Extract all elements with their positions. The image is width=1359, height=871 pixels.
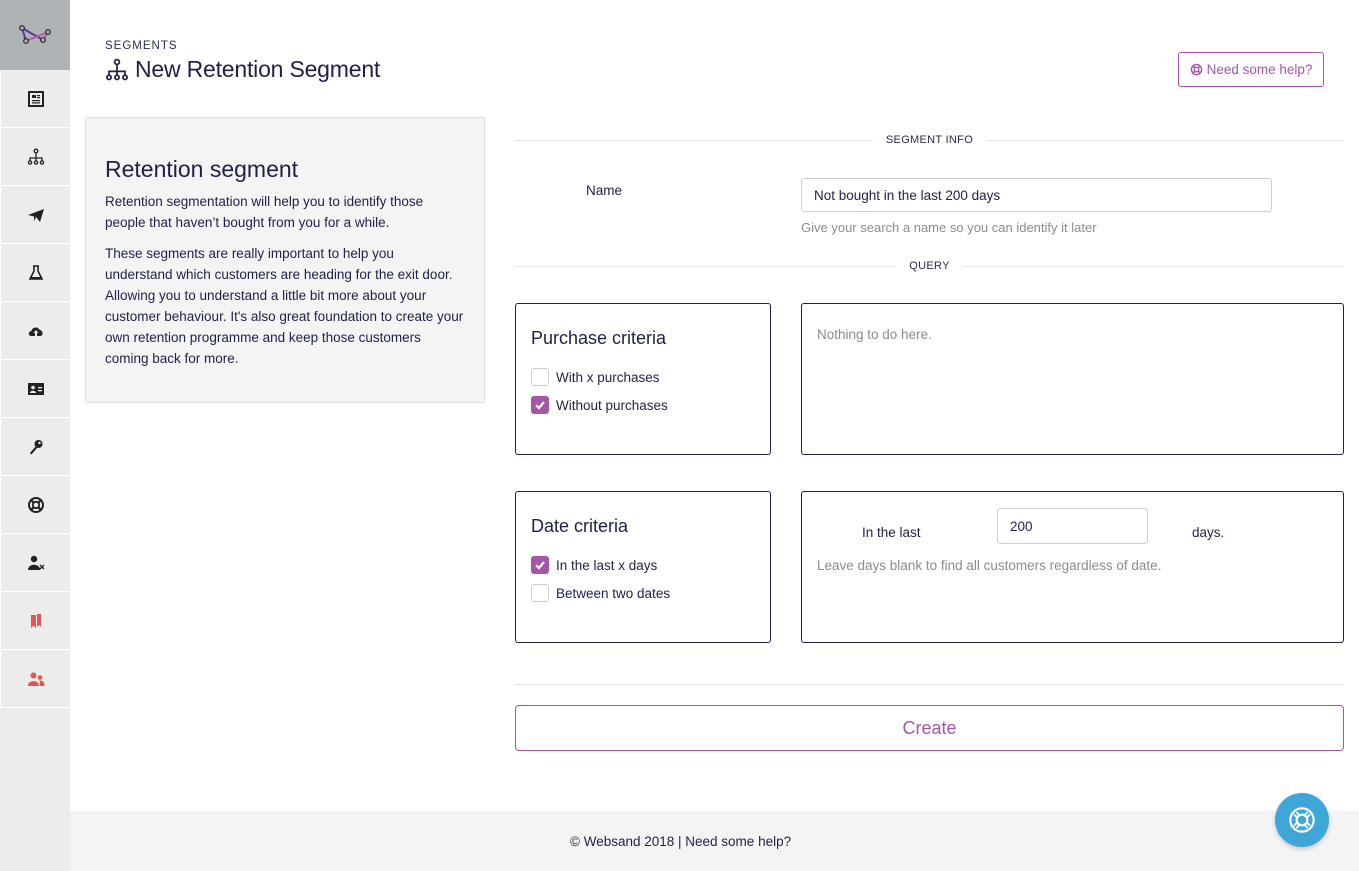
sidebar-item-campaigns[interactable] xyxy=(0,186,70,244)
info-panel-paragraph: Retention segmentation will help you to … xyxy=(105,194,424,230)
segment-info-divider: SEGMENT INFO xyxy=(515,130,1344,150)
name-help-text: Give your search a name so you can ident… xyxy=(801,220,1097,235)
name-label: Name xyxy=(586,183,623,198)
name-input[interactable] xyxy=(801,178,1272,212)
cloud-upload-icon xyxy=(28,326,43,336)
sidebar-item-users[interactable] xyxy=(0,650,70,708)
without-purchases-checkbox[interactable] xyxy=(531,396,549,414)
footer-text: © Websand 2018 | Need some help? xyxy=(570,834,792,849)
websand-logo-icon xyxy=(19,25,51,44)
sidebar-item-api-keys[interactable] xyxy=(0,418,70,476)
life-ring-icon xyxy=(1190,63,1202,76)
users-icon xyxy=(27,672,44,686)
query-divider: QUERY xyxy=(515,256,1344,276)
purchase-detail-text: Nothing to do here. xyxy=(817,327,932,342)
need-help-button[interactable]: Need some help? xyxy=(1178,52,1324,87)
life-ring-icon xyxy=(27,496,44,513)
purchase-detail-card: Nothing to do here. xyxy=(801,303,1344,455)
days-input[interactable] xyxy=(997,508,1148,544)
sidebar-item-support[interactable] xyxy=(0,476,70,534)
segment-form: SEGMENT INFO Name Give your search a nam… xyxy=(515,130,1344,276)
sidebar xyxy=(0,0,70,871)
bookmarks-icon xyxy=(30,613,41,628)
sidebar-item-contacts[interactable] xyxy=(0,360,70,418)
last-x-days-label: In the last x days xyxy=(556,557,658,573)
with-purchases-checkbox[interactable] xyxy=(531,368,549,386)
need-help-label: Need some help? xyxy=(1206,62,1313,77)
days-suffix: days. xyxy=(1192,525,1225,540)
days-row: In the last days. xyxy=(817,508,1328,554)
purchase-criteria-card: Purchase criteria With x purchases Witho… xyxy=(515,303,771,455)
purchase-criteria-title: Purchase criteria xyxy=(531,328,667,348)
segment-info-heading: SEGMENT INFO xyxy=(872,134,987,146)
date-criteria-title: Date criteria xyxy=(531,516,629,536)
logo[interactable] xyxy=(0,0,70,70)
sitemap-icon xyxy=(105,58,128,80)
sidebar-item-segments[interactable] xyxy=(0,128,70,186)
info-panel: Retention segment Retention segmentation… xyxy=(85,117,485,403)
date-criteria-card: Date criteria In the last x days Between… xyxy=(515,491,771,643)
newspaper-icon xyxy=(27,90,44,107)
user-times-icon xyxy=(27,555,44,570)
divider xyxy=(515,684,1344,685)
without-purchases-label: Without purchases xyxy=(556,397,668,413)
date-detail-card: In the last days. Leave days blank to fi… xyxy=(801,491,1344,643)
with-purchases-option[interactable]: With x purchases xyxy=(531,363,755,391)
query-heading: QUERY xyxy=(896,260,963,272)
check-icon xyxy=(535,561,545,570)
info-panel-title: Retention segment xyxy=(105,156,299,182)
sidebar-item-experiments[interactable] xyxy=(0,244,70,302)
name-row: Name Give your search a name so you can … xyxy=(515,150,1344,256)
between-dates-option[interactable]: Between two dates xyxy=(531,579,755,607)
sidebar-item-unsubscribes[interactable] xyxy=(0,534,70,592)
days-label: In the last xyxy=(862,525,921,540)
sidebar-item-upload[interactable] xyxy=(0,302,70,360)
create-button[interactable]: Create xyxy=(515,705,1344,751)
sidebar-item-reports[interactable] xyxy=(0,70,70,128)
paper-plane-icon xyxy=(27,208,44,222)
key-icon xyxy=(29,439,42,454)
breadcrumb: SEGMENTS xyxy=(105,40,178,52)
page-title-text: New Retention Segment xyxy=(135,56,381,82)
life-ring-icon xyxy=(1289,807,1315,833)
between-dates-label: Between two dates xyxy=(556,585,671,601)
sitemap-icon xyxy=(27,148,44,165)
check-icon xyxy=(535,401,545,410)
help-fab-button[interactable] xyxy=(1275,793,1329,847)
id-card-icon xyxy=(27,382,44,395)
page-header: SEGMENTS New Retention Segment xyxy=(105,40,380,83)
last-x-days-checkbox[interactable] xyxy=(531,556,549,574)
flask-icon xyxy=(28,264,43,280)
sidebar-item-bookmarks[interactable] xyxy=(0,592,70,650)
last-x-days-option[interactable]: In the last x days xyxy=(531,551,755,579)
without-purchases-option[interactable]: Without purchases xyxy=(531,391,755,419)
with-purchases-label: With x purchases xyxy=(556,369,660,385)
info-panel-paragraph: These segments are really important to h… xyxy=(105,246,464,366)
page-title: New Retention Segment xyxy=(105,56,380,83)
days-help-text: Leave days blank to find all customers r… xyxy=(817,558,1162,573)
footer: © Websand 2018 | Need some help? xyxy=(70,811,1359,871)
between-dates-checkbox[interactable] xyxy=(531,584,549,602)
